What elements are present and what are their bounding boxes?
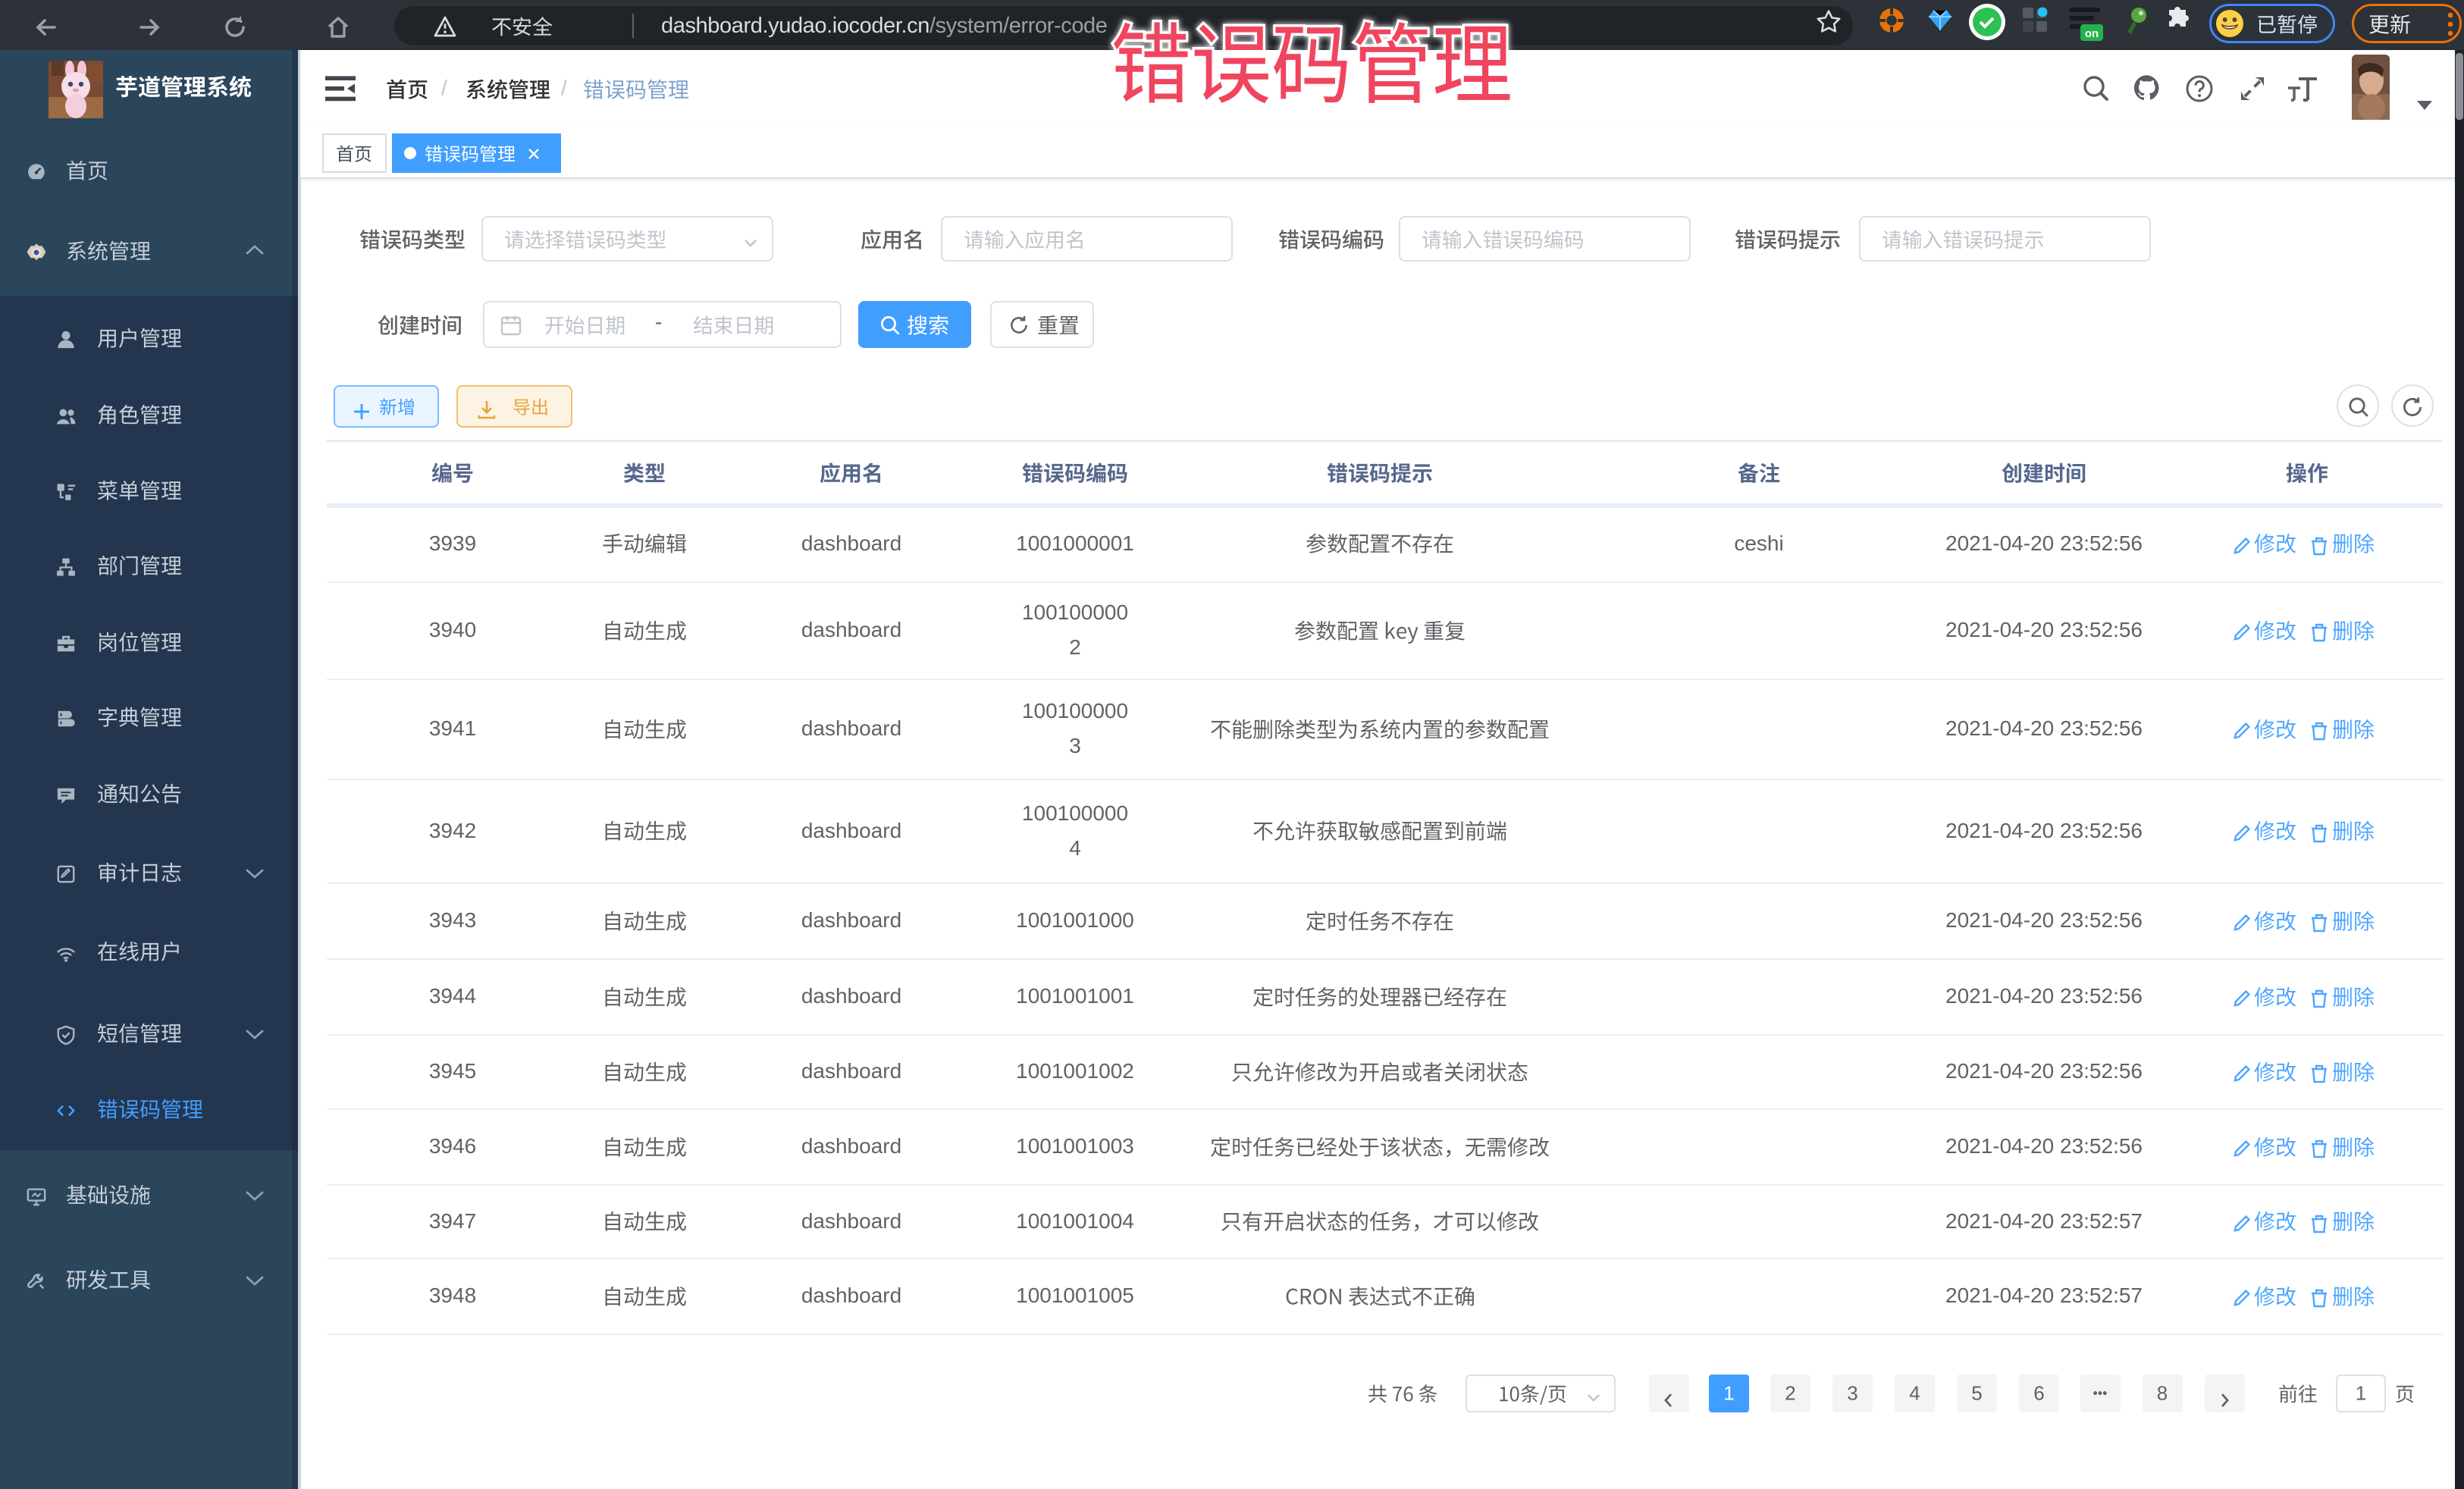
svg-text:on: on <box>2085 27 2099 40</box>
